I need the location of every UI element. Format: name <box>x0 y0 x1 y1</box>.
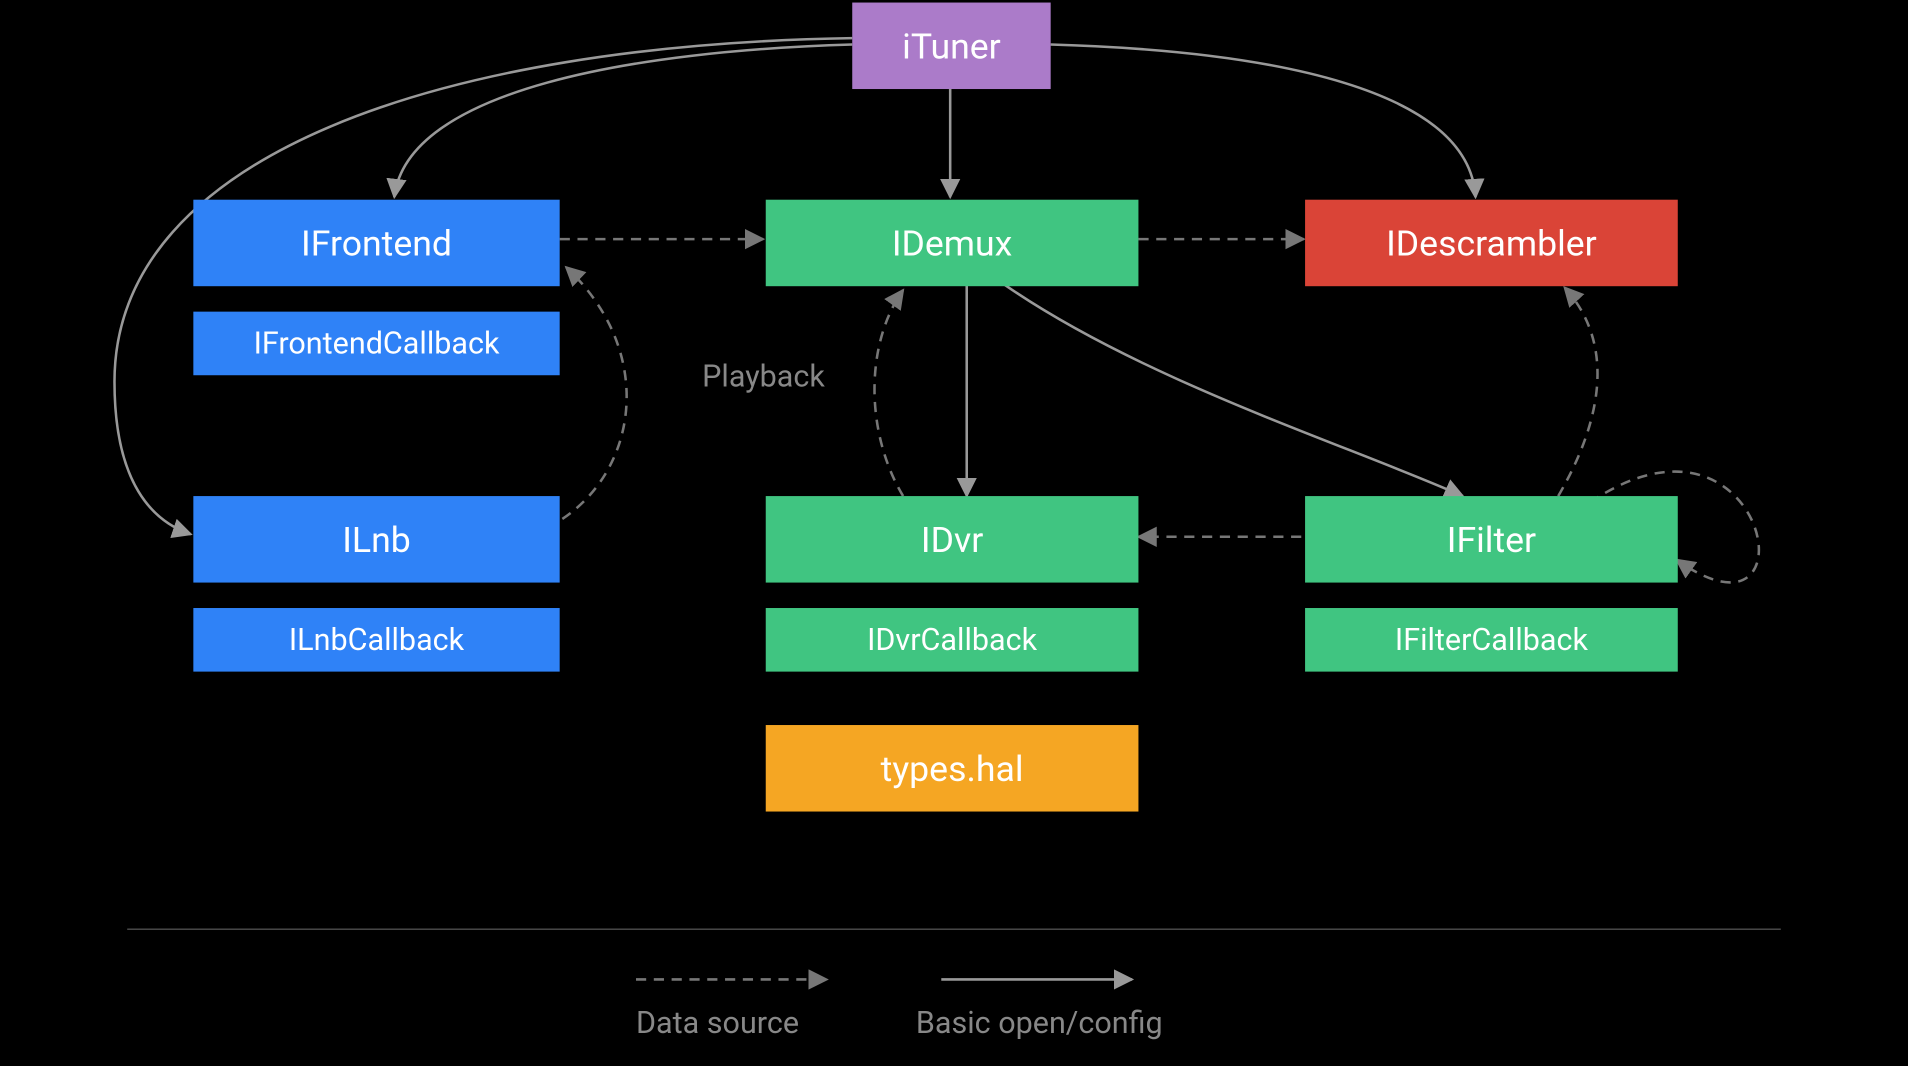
edge-ituner-ifrontend <box>394 45 852 198</box>
node-ituner: iTuner <box>852 3 1050 89</box>
node-typeshal: types.hal <box>766 725 1139 811</box>
node-label: ILnb <box>342 518 411 560</box>
node-idescrambler: IDescrambler <box>1305 200 1678 286</box>
legend-data-source: Data source <box>636 1005 799 1041</box>
node-label: IFrontend <box>301 222 452 264</box>
node-ifrontend: IFrontend <box>193 200 559 286</box>
edge-idvr-idemux <box>874 290 903 496</box>
node-label: ILnbCallback <box>289 622 464 658</box>
diagram-container: iTuner IFrontend IFrontendCallback ILnb … <box>0 0 1908 1066</box>
text: Basic open/config <box>916 1005 1163 1041</box>
node-label: types.hal <box>881 747 1024 789</box>
node-label: iTuner <box>902 25 1001 67</box>
node-ilnbcallback: ILnbCallback <box>193 608 559 672</box>
node-idvrcallback: IDvrCallback <box>766 608 1139 672</box>
node-idvr: IDvr <box>766 496 1139 582</box>
node-idemux: IDemux <box>766 200 1139 286</box>
node-ifrontendcallback: IFrontendCallback <box>193 312 559 376</box>
node-label: IDemux <box>892 222 1012 264</box>
node-ifilter: IFilter <box>1305 496 1678 582</box>
text: Data source <box>636 1005 799 1041</box>
node-label: IDescrambler <box>1386 222 1597 264</box>
edge-ilnb-ifrontend <box>547 267 627 528</box>
node-label: IFrontendCallback <box>254 326 500 362</box>
legend-divider <box>127 929 1781 930</box>
edge-ituner-idescrambler <box>1051 45 1476 198</box>
node-label: IFilter <box>1447 518 1536 560</box>
node-label: IFilterCallback <box>1395 622 1588 658</box>
node-label: IDvrCallback <box>867 622 1037 658</box>
node-ilnb: ILnb <box>193 496 559 582</box>
node-label: IDvr <box>921 518 983 560</box>
node-ifiltercallback: IFilterCallback <box>1305 608 1678 672</box>
legend-basic-open-config: Basic open/config <box>916 1005 1163 1041</box>
edge-ifilter-idescrambler <box>1558 287 1597 496</box>
edge-label-playback: Playback <box>702 359 825 395</box>
edge-idemux-ifilter <box>1005 285 1463 496</box>
text: Playback <box>702 359 825 395</box>
